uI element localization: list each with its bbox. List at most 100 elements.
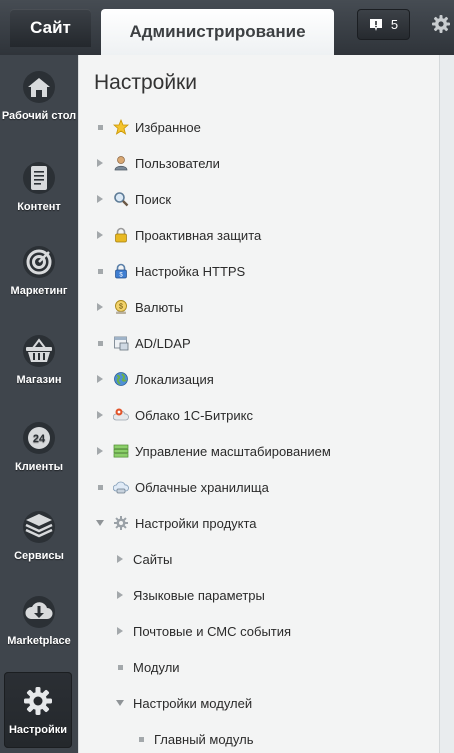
home-icon xyxy=(23,71,55,103)
expand-arrow[interactable] xyxy=(95,302,105,312)
tree-item-cloud-storage[interactable]: Облачные хранилища xyxy=(95,477,269,497)
expand-arrow[interactable] xyxy=(115,590,125,600)
tree-item-mail-events[interactable]: Почтовые и СМС события xyxy=(115,621,291,641)
tree-item-label: Управление масштабированием xyxy=(135,443,331,459)
basket-icon xyxy=(23,335,55,367)
tree-item-label: Облачные хранилища xyxy=(135,479,269,495)
tree-item-search[interactable]: Поиск xyxy=(95,189,171,209)
clients-24-icon: 24 xyxy=(23,422,55,454)
nav-item-label: Рабочий стол xyxy=(1,110,77,122)
magnifier-icon xyxy=(114,192,129,207)
tree-item-modules[interactable]: Модули xyxy=(115,657,180,677)
nav-item-shop[interactable]: Магазин xyxy=(0,334,78,387)
nav-item-marketing[interactable]: Маркетинг xyxy=(0,245,78,298)
server-icon xyxy=(113,444,129,458)
left-nav: Рабочий стол Контент Маркетинг Магазин 2… xyxy=(0,55,78,753)
bullet-marker xyxy=(115,662,125,672)
expand-arrow[interactable] xyxy=(95,446,105,456)
tree-item-label: AD/LDAP xyxy=(135,335,191,351)
nav-item-content[interactable]: Контент xyxy=(0,161,78,214)
user-icon xyxy=(114,156,128,171)
expand-arrow[interactable] xyxy=(115,554,125,564)
bullet-marker xyxy=(95,122,105,132)
tree-item-label: Настройки продукта xyxy=(135,515,257,531)
tree-item-label: Пользователи xyxy=(135,155,220,171)
tree-item-label: Проактивная защита xyxy=(135,227,262,243)
tree-item-module-settings[interactable]: Настройки модулей xyxy=(115,693,252,713)
tree-item-languages[interactable]: Языковые параметры xyxy=(115,585,265,605)
tree-item-localization[interactable]: Локализация xyxy=(95,369,214,389)
bullet-marker xyxy=(136,734,146,744)
bullet-marker xyxy=(95,266,105,276)
globe-icon xyxy=(114,372,128,386)
expand-arrow[interactable] xyxy=(95,410,105,420)
tree-item-label: Настройка HTTPS xyxy=(135,263,246,279)
tree-item-sites[interactable]: Сайты xyxy=(115,549,172,569)
tree-item-bitrix-cloud[interactable]: Облако 1С-Битрикс xyxy=(95,405,253,425)
nav-item-label: Контент xyxy=(17,201,61,213)
tree-item-label: Почтовые и СМС события xyxy=(133,623,292,639)
nav-item-desktop[interactable]: Рабочий стол xyxy=(0,70,78,123)
tree-item-label: Избранное xyxy=(135,119,201,135)
nav-item-label: Клиенты xyxy=(14,461,63,473)
ldap-icon xyxy=(114,336,129,351)
currency-icon: $ xyxy=(115,300,127,314)
nav-item-marketplace[interactable]: Marketplace xyxy=(0,595,78,648)
cloud-download-icon xyxy=(23,596,55,628)
bitrix-cloud-icon xyxy=(113,408,129,421)
tree-item-label: Главный модуль xyxy=(154,731,254,747)
tree-item-proactive[interactable]: Проактивная защита xyxy=(95,225,261,245)
tree-item-label: Облако 1С-Битрикс xyxy=(135,407,253,423)
right-scroll-strip xyxy=(439,55,454,753)
https-lock-icon: $ xyxy=(115,263,127,279)
tab-site[interactable]: Сайт xyxy=(10,9,91,47)
nav-item-label: Маркетинг xyxy=(10,285,68,297)
expand-arrow[interactable] xyxy=(115,626,125,636)
lock-icon xyxy=(115,227,127,243)
nav-item-label: Магазин xyxy=(16,374,62,386)
expand-arrow[interactable] xyxy=(95,374,105,384)
tree-item-label: Валюты xyxy=(135,299,184,315)
tree-item-favorites[interactable]: Избранное xyxy=(95,117,201,137)
tree-item-scaling[interactable]: Управление масштабированием xyxy=(95,441,331,461)
document-icon xyxy=(23,162,55,194)
target-icon xyxy=(23,246,55,278)
notification-icon xyxy=(369,18,382,31)
layers-icon xyxy=(23,511,55,543)
nav-item-clients[interactable]: 24 Клиенты xyxy=(0,421,78,474)
cloud-storage-icon xyxy=(113,481,129,494)
settings-panel: Настройки Избранное Пользователи Поиск П… xyxy=(78,55,440,753)
tree-item-ldap[interactable]: AD/LDAP xyxy=(95,333,191,353)
bullet-marker xyxy=(95,482,105,492)
gear-icon xyxy=(24,687,52,715)
settings-gear-icon xyxy=(114,516,128,530)
tree-item-label: Локализация xyxy=(135,371,214,387)
expand-arrow[interactable] xyxy=(95,194,105,204)
star-icon xyxy=(113,119,129,135)
tree-item-label: Сайты xyxy=(133,551,173,567)
nav-item-label: Marketplace xyxy=(7,635,71,647)
top-bar: Сайт Администрирование 5 xyxy=(0,0,454,55)
nav-item-services[interactable]: Сервисы xyxy=(0,510,78,563)
collapse-arrow[interactable] xyxy=(95,518,105,528)
nav-item-settings[interactable]: Настройки xyxy=(4,672,72,748)
nav-item-label: Сервисы xyxy=(14,550,64,562)
notifications-button[interactable]: 5 xyxy=(357,9,410,40)
tab-admin[interactable]: Администрирование xyxy=(101,9,334,55)
notifications-count: 5 xyxy=(390,17,399,32)
bullet-marker xyxy=(95,338,105,348)
settings-gear-icon[interactable] xyxy=(430,13,452,35)
page-title: Настройки xyxy=(94,71,197,94)
tree-item-label: Языковые параметры xyxy=(133,587,265,603)
tree-item-label: Модули xyxy=(133,659,180,675)
tree-item-main-module[interactable]: Главный модуль xyxy=(136,729,253,749)
expand-arrow[interactable] xyxy=(95,230,105,240)
tree-item-https[interactable]: $ Настройка HTTPS xyxy=(95,261,245,281)
expand-arrow[interactable] xyxy=(95,158,105,168)
svg-text:24: 24 xyxy=(33,433,46,445)
tree-item-users[interactable]: Пользователи xyxy=(95,153,220,173)
tree-item-product-settings[interactable]: Настройки продукта xyxy=(95,513,257,533)
collapse-arrow[interactable] xyxy=(115,698,125,708)
tree-item-label: Настройки модулей xyxy=(133,695,253,711)
tree-item-currencies[interactable]: $ Валюты xyxy=(95,297,183,317)
